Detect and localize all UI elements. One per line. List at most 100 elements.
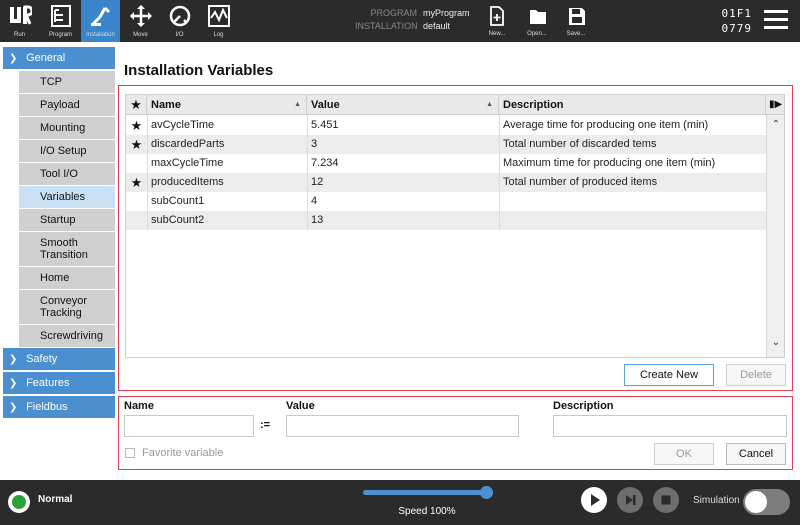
cancel-button[interactable]: Cancel (726, 443, 786, 465)
column-collapse-icon[interactable]: ▮▶ (766, 95, 784, 115)
nav-log-label: Log (213, 32, 224, 38)
ur-logo-icon (10, 5, 32, 25)
sidebar-item-label: Screwdriving (40, 330, 103, 342)
new-file-button[interactable]: New... (482, 4, 512, 40)
main-area: ❯ General TCP Payload Mounting I/O Setup… (0, 42, 800, 480)
scroll-down-icon[interactable]: ⌄ (767, 337, 785, 348)
sidebar-item-label: Home (40, 272, 70, 284)
speed-slider[interactable] (363, 486, 493, 499)
table-row[interactable]: subCount2 13 (126, 211, 766, 230)
play-button[interactable] (581, 487, 607, 513)
variable-name: discardedParts (151, 138, 225, 150)
speed-slider-fill (363, 490, 493, 495)
variable-name: subCount2 (151, 214, 205, 226)
sidebar-item-label: Startup (40, 214, 76, 226)
header-bar: Run Program Installation Move I/O Log PR… (0, 0, 800, 42)
table-row[interactable]: maxCycleTime 7.234 Maximum time for prod… (126, 154, 766, 173)
nav-program-label: Program (48, 32, 72, 38)
table-row[interactable]: ★ avCycleTime 5.451 Average time for pro… (126, 116, 766, 135)
sidebar-item-label: Variables (40, 191, 86, 203)
table-row[interactable]: ★ discardedParts 3 Total number of disca… (126, 135, 766, 154)
sidebar-item-payload[interactable]: Payload (19, 94, 115, 116)
variable-value: 4 (311, 195, 318, 207)
sidebar-item-conveyor-tracking[interactable]: Conveyor Tracking (19, 290, 115, 324)
save-icon (569, 8, 585, 25)
sidebar-item-tool-io[interactable]: Tool I/O (19, 163, 115, 185)
hamburger-menu-icon[interactable] (764, 10, 788, 30)
table-row[interactable]: subCount1 4 (126, 192, 766, 211)
nav-io-label: I/O (175, 32, 184, 38)
sidebar-item-tcp[interactable]: TCP (19, 71, 115, 93)
open-file-button[interactable]: Open... (522, 4, 552, 40)
step-button[interactable] (617, 487, 643, 513)
sidebar-group-features[interactable]: ❯ Features (3, 372, 115, 394)
table-header: ★ Name ▲ Value ▲ Description ▮▶ (126, 95, 784, 115)
sidebar-item-screwdriving[interactable]: Screwdriving (19, 325, 115, 347)
sidebar-group-label: Safety (26, 353, 58, 365)
sidebar-item-home[interactable]: Home (19, 267, 115, 289)
variable-description: Total number of produced items (503, 176, 658, 188)
value-column-header[interactable]: Value ▲ (307, 95, 499, 115)
variable-value: 13 (311, 214, 324, 226)
nav-run-button[interactable]: Run (0, 0, 39, 42)
description-input[interactable] (553, 415, 787, 437)
ok-button[interactable]: OK (654, 443, 714, 465)
simulation-label: Simulation (693, 495, 740, 506)
sidebar-item-smooth-transition[interactable]: Smooth Transition (19, 232, 115, 266)
sidebar-item-startup[interactable]: Startup (19, 209, 115, 231)
log-icon (208, 5, 230, 27)
nav-run-label: Run (13, 32, 25, 38)
name-column-header[interactable]: Name ▲ (147, 95, 307, 115)
description-field-label: Description (553, 400, 614, 412)
favorite-variable-checkbox[interactable]: Favorite variable (125, 447, 223, 459)
checkbox-box[interactable] (125, 448, 135, 458)
create-new-button[interactable]: Create New (624, 364, 714, 386)
simulation-toggle[interactable] (743, 489, 790, 515)
description-column-header[interactable]: Description (499, 95, 766, 115)
robot-id-line1: 01F1 (721, 7, 752, 20)
sidebar: ❯ General TCP Payload Mounting I/O Setup… (3, 47, 115, 420)
chevron-right-icon: ❯ (9, 402, 18, 413)
delete-button[interactable]: Delete (726, 364, 786, 386)
favorite-star-icon (126, 211, 147, 230)
sidebar-item-label: Tool I/O (40, 168, 78, 180)
name-input[interactable] (124, 415, 254, 437)
sidebar-item-mounting[interactable]: Mounting (19, 117, 115, 139)
sidebar-group-label: Features (26, 377, 70, 389)
sidebar-item-label: Smooth Transition (40, 237, 88, 261)
status-text: Normal (38, 494, 73, 505)
value-header-label: Value (311, 99, 340, 111)
installation-name: default (423, 21, 451, 31)
nav-program-button[interactable]: Program (41, 0, 80, 42)
status-indicator-icon[interactable] (8, 491, 30, 513)
program-name: myProgram (423, 8, 470, 18)
star-column-header[interactable]: ★ (126, 95, 147, 115)
variables-table: ★ Name ▲ Value ▲ Description ▮▶ ★ avCycl… (125, 94, 785, 358)
speed-slider-handle[interactable] (480, 486, 493, 499)
new-file-label: New... (488, 31, 506, 37)
sidebar-group-fieldbus[interactable]: ❯ Fieldbus (3, 396, 115, 418)
sidebar-group-safety[interactable]: ❯ Safety (3, 348, 115, 370)
sidebar-item-label: Payload (40, 99, 80, 111)
table-scrollbar[interactable]: ⌃ ⌄ (766, 115, 784, 357)
scroll-up-icon[interactable]: ⌃ (767, 119, 785, 130)
column-divider (307, 115, 308, 230)
nav-log-button[interactable]: Log (199, 0, 238, 42)
variable-name: maxCycleTime (151, 157, 224, 169)
sidebar-group-label: General (26, 52, 66, 64)
chevron-right-icon: ❯ (9, 378, 18, 389)
save-file-button[interactable]: Save... (561, 4, 591, 40)
sidebar-group-general[interactable]: ❯ General (3, 47, 115, 69)
nav-move-label: Move (133, 32, 148, 38)
value-input[interactable] (286, 415, 519, 437)
program-key: PROGRAM (370, 8, 417, 18)
favorite-star-icon: ★ (130, 118, 143, 133)
nav-move-button[interactable]: Move (121, 0, 160, 42)
sidebar-item-variables[interactable]: Variables (19, 186, 115, 208)
nav-io-button[interactable]: I/O (160, 0, 199, 42)
nav-installation-button[interactable]: Installation (81, 0, 120, 42)
table-row[interactable]: ★ producedItems 12 Total number of produ… (126, 173, 766, 192)
sidebar-item-io-setup[interactable]: I/O Setup (19, 140, 115, 162)
assign-operator: := (260, 419, 271, 431)
stop-button[interactable] (653, 487, 679, 513)
